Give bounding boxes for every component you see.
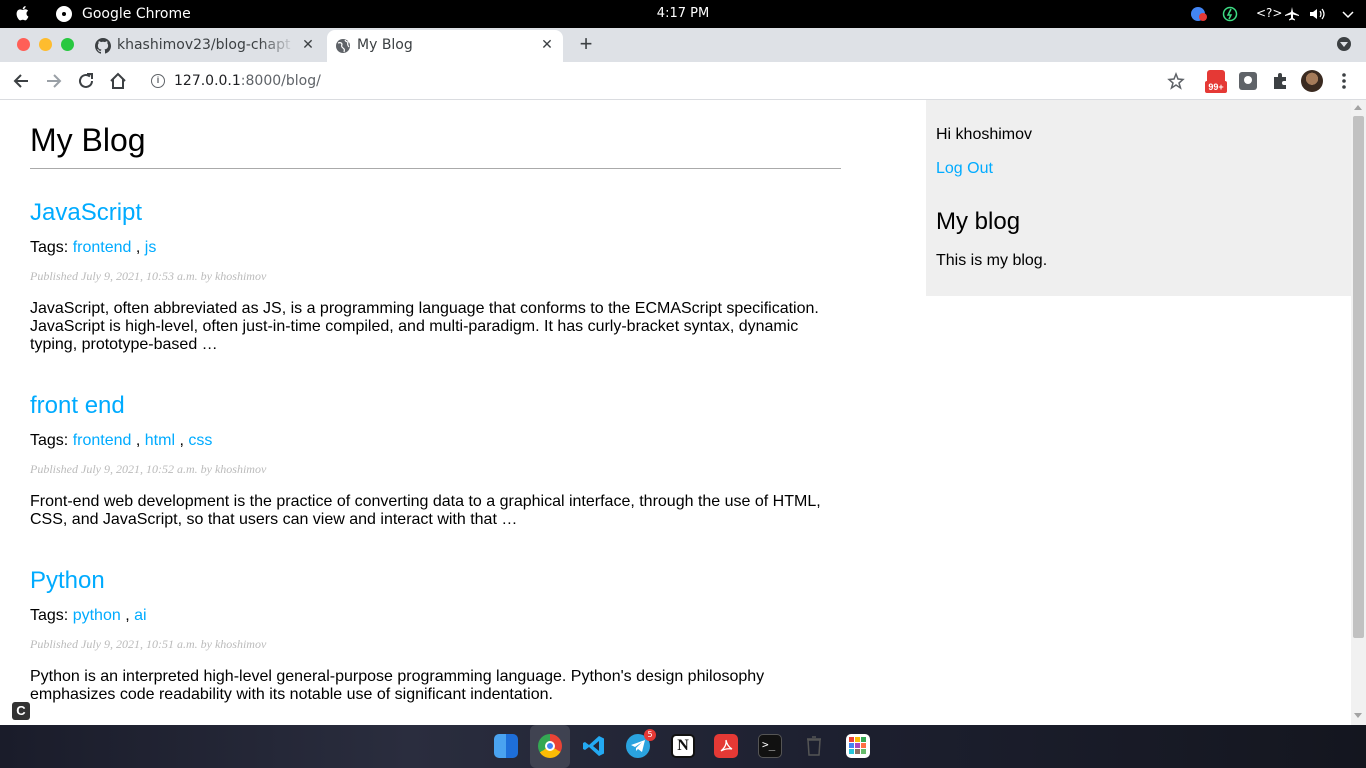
url-text[interactable]: 127.0.0.1:8000/blog/ <box>174 73 321 89</box>
vscode-icon[interactable] <box>582 734 606 758</box>
clock[interactable]: 4:17 PM <box>0 6 1366 21</box>
extension-lock-icon[interactable]: 99+ <box>1204 70 1228 93</box>
post-item: Python Tags: python , ai Published July … <box>30 567 841 704</box>
close-tab-icon[interactable]: ✕ <box>299 36 317 54</box>
airplane-icon[interactable] <box>1284 6 1300 22</box>
tag-link[interactable]: python <box>73 607 121 624</box>
new-tab-button[interactable]: + <box>576 33 596 55</box>
trash-icon[interactable] <box>802 734 826 758</box>
post-excerpt: JavaScript, often abbreviated as JS, is … <box>30 300 819 353</box>
maximize-window-button[interactable] <box>61 38 74 51</box>
browser-menu-icon[interactable] <box>1336 70 1352 92</box>
tab-title: khashimov23/blog-chapt <box>117 37 291 53</box>
pdf-icon[interactable] <box>714 734 738 758</box>
url-host: 127.0.0.1 <box>174 73 241 89</box>
url-path: :8000/blog/ <box>240 73 321 89</box>
telegram-icon[interactable]: 5 <box>626 729 656 758</box>
volume-icon[interactable] <box>1308 6 1328 22</box>
site-info-icon[interactable]: i <box>151 74 165 88</box>
scrollbar-thumb[interactable] <box>1353 116 1364 638</box>
telegram-badge: 5 <box>644 729 656 741</box>
sidebar-title: My blog <box>936 208 1021 235</box>
tag-link[interactable]: ai <box>134 607 146 624</box>
post-excerpt: Python is an interpreted high-level gene… <box>30 668 765 703</box>
tab-search-icon[interactable] <box>1337 37 1351 51</box>
bookmark-star-icon[interactable] <box>1167 70 1185 92</box>
globe-icon <box>336 39 350 53</box>
tab-strip: khashimov23/blog-chapt ✕ My Blog ✕ + <box>0 28 1366 62</box>
post-title-link[interactable]: front end <box>30 392 841 420</box>
post-excerpt: Front-end web development is the practic… <box>30 493 821 528</box>
logout-link[interactable]: Log Out <box>936 160 993 178</box>
user-greeting: Hi khoshimov <box>936 126 1033 143</box>
active-app-name[interactable]: Google Chrome <box>82 6 191 22</box>
page-scrollbar[interactable] <box>1351 100 1366 725</box>
reload-icon[interactable] <box>75 70 97 92</box>
chrome-icon[interactable] <box>538 734 562 758</box>
tag-link[interactable]: frontend <box>73 239 132 256</box>
code-icon[interactable]: <?> <box>1256 6 1282 22</box>
page-title: My Blog <box>30 122 146 158</box>
terminal-icon[interactable]: >_ <box>758 734 782 758</box>
tag-link[interactable]: css <box>188 432 212 449</box>
post-tags: Tags: frontend , js <box>30 239 157 256</box>
system-bar: Google Chrome 4:17 PM <?> <box>0 0 1366 28</box>
chrome-icon <box>56 6 72 22</box>
home-icon[interactable] <box>107 70 129 92</box>
dock: 5 N >_ <box>0 725 1366 768</box>
tab-title: My Blog <box>357 37 413 53</box>
close-window-button[interactable] <box>17 38 30 51</box>
post-title-link[interactable]: Python <box>30 567 841 595</box>
extension-badge: 99+ <box>1205 81 1227 93</box>
tags-label: Tags: <box>30 432 69 449</box>
post-published-date: Published July 9, 2021, 10:52 a.m. by kh… <box>30 462 267 476</box>
tag-link[interactable]: frontend <box>73 432 132 449</box>
post-item: JavaScript Tags: frontend , js Published… <box>30 199 841 354</box>
close-tab-icon[interactable]: ✕ <box>538 36 556 54</box>
blog-sidebar: Hi khoshimov Log Out My blog This is my … <box>926 100 1351 296</box>
forward-icon[interactable] <box>43 70 65 92</box>
tab-my-blog[interactable]: My Blog ✕ <box>327 30 563 62</box>
finder-icon[interactable] <box>494 734 518 758</box>
scroll-up-arrow-icon[interactable] <box>1354 105 1362 110</box>
copy-overlay-icon[interactable]: C <box>12 702 30 720</box>
scroll-down-arrow-icon[interactable] <box>1354 713 1362 718</box>
profile-notification-icon[interactable] <box>1190 6 1208 22</box>
post-tags: Tags: frontend , html , css <box>30 432 213 449</box>
extension-square-icon[interactable] <box>1239 72 1257 90</box>
tag-link[interactable]: js <box>145 239 157 256</box>
app-grid-icon[interactable] <box>846 734 870 758</box>
notion-icon[interactable]: N <box>671 734 695 758</box>
back-icon[interactable] <box>10 70 32 92</box>
address-bar[interactable]: i 127.0.0.1:8000/blog/ <box>140 66 1155 96</box>
post-title-link[interactable]: JavaScript <box>30 199 841 227</box>
page-viewport: My Blog JavaScript Tags: frontend , js P… <box>0 100 1366 725</box>
system-menu-chevron-icon[interactable] <box>1338 6 1358 22</box>
browser-toolbar: i 127.0.0.1:8000/blog/ 99+ <box>0 62 1366 100</box>
profile-avatar[interactable] <box>1301 70 1323 92</box>
minimize-window-button[interactable] <box>39 38 52 51</box>
tab-github[interactable]: khashimov23/blog-chapt ✕ <box>87 30 323 62</box>
tag-link[interactable]: html <box>145 432 175 449</box>
post-published-date: Published July 9, 2021, 10:53 a.m. by kh… <box>30 269 267 283</box>
sidebar-description: This is my blog. <box>936 252 1048 269</box>
post-tags: Tags: python , ai <box>30 607 147 624</box>
tags-label: Tags: <box>30 607 69 624</box>
apple-icon[interactable] <box>14 4 32 22</box>
extensions-puzzle-icon[interactable] <box>1270 70 1290 92</box>
tags-label: Tags: <box>30 239 69 256</box>
post-published-date: Published July 9, 2021, 10:51 a.m. by kh… <box>30 637 267 651</box>
title-divider <box>30 168 841 169</box>
post-item: front end Tags: frontend , html , css Pu… <box>30 392 841 529</box>
github-icon <box>95 38 111 54</box>
power-icon[interactable] <box>1222 6 1238 22</box>
